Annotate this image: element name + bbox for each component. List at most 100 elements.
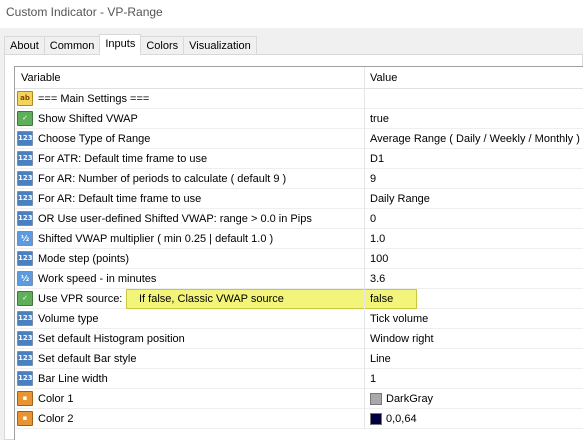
column-divider xyxy=(364,129,365,149)
int-123-icon: 123 xyxy=(17,331,33,346)
int-123-icon: 123 xyxy=(17,211,33,226)
variable-name: Shifted VWAP multiplier ( min 0.25 | def… xyxy=(38,233,274,245)
grid-row[interactable]: 123 Volume type Tick volume xyxy=(15,309,583,329)
variable-value[interactable]: 3.6 xyxy=(370,273,385,285)
grid-row[interactable]: 123 Set default Histogram position Window … xyxy=(15,329,583,349)
grid-row[interactable]: 123 For ATR: Default time frame to use D1 xyxy=(15,149,583,169)
int-123-icon: 123 xyxy=(17,371,33,386)
variable-value[interactable]: 1 xyxy=(370,373,376,385)
variable-note: If false, Classic VWAP source xyxy=(139,293,284,305)
variable-name: Set default Histogram position xyxy=(38,333,185,345)
variable-name: Color 1 xyxy=(38,393,74,405)
variable-name: Show Shifted VWAP xyxy=(38,113,138,125)
color-swatch[interactable] xyxy=(370,393,382,405)
variable-value[interactable]: 1.0 xyxy=(370,233,385,245)
variable-value[interactable]: Tick volume xyxy=(370,313,428,325)
column-divider xyxy=(364,329,365,349)
int-123-icon: 123 xyxy=(17,131,33,146)
int-123-icon: 123 xyxy=(17,351,33,366)
variable-name: Color 2 xyxy=(38,413,74,425)
column-divider xyxy=(364,149,365,169)
color-swatch[interactable] xyxy=(370,413,382,425)
tab-bar: About Common Inputs Colors Visualization xyxy=(4,34,257,55)
int-123-icon: 123 xyxy=(17,251,33,266)
variable-name: === Main Settings === xyxy=(38,93,150,105)
column-divider xyxy=(364,369,365,389)
tab-common[interactable]: Common xyxy=(43,36,101,55)
grid-row[interactable]: ab === Main Settings === xyxy=(15,89,583,109)
column-divider xyxy=(364,349,365,369)
column-divider xyxy=(364,389,365,409)
grid-row[interactable]: 123 For AR: Number of periods to calculat… xyxy=(15,169,583,189)
header-value[interactable]: Value xyxy=(370,72,397,84)
inputs-grid: Variable Value ab === Main Settings === ✓ S… xyxy=(14,66,583,440)
column-divider xyxy=(364,209,365,229)
variable-value[interactable]: 0,0,64 xyxy=(386,413,417,425)
tab-about[interactable]: About xyxy=(4,36,45,55)
tab-inputs[interactable]: Inputs xyxy=(99,34,142,55)
grid-row[interactable]: ✓ Show Shifted VWAP true xyxy=(15,109,583,129)
variable-value[interactable]: DarkGray xyxy=(386,393,433,405)
variable-value[interactable]: true xyxy=(370,113,389,125)
variable-value[interactable]: D1 xyxy=(370,153,384,165)
grid-row[interactable]: 123 OR Use user-defined Shifted VWAP: ran… xyxy=(15,209,583,229)
double-icon: ½ xyxy=(17,231,33,246)
variable-name: OR Use user-defined Shifted VWAP: range … xyxy=(38,213,312,225)
variable-value[interactable]: Daily Range xyxy=(370,193,430,205)
grid-row[interactable]: 123 Set default Bar style Line xyxy=(15,349,583,369)
variable-value[interactable]: false xyxy=(370,293,393,305)
column-divider xyxy=(364,189,365,209)
variable-name: Mode step (points) xyxy=(38,253,130,265)
column-divider xyxy=(364,269,365,289)
grid-row[interactable]: ▪ Color 1 DarkGray xyxy=(15,389,583,409)
variable-name: Work speed - in minutes xyxy=(38,273,157,285)
variable-name: Set default Bar style xyxy=(38,353,137,365)
column-divider xyxy=(364,249,365,269)
int-123-icon: 123 xyxy=(17,191,33,206)
column-divider xyxy=(364,229,365,249)
grid-header: Variable Value xyxy=(15,67,583,89)
grid-row[interactable]: 123 Bar Line width 1 xyxy=(15,369,583,389)
variable-name: For AR: Default time frame to use xyxy=(38,193,202,205)
bool-icon: ✓ xyxy=(17,111,33,126)
header-divider[interactable] xyxy=(364,67,365,89)
string-ab-icon: ab xyxy=(17,91,33,106)
int-123-icon: 123 xyxy=(17,171,33,186)
int-123-icon: 123 xyxy=(17,151,33,166)
variable-value[interactable]: 100 xyxy=(370,253,388,265)
variable-name: Volume type xyxy=(38,313,99,325)
column-divider xyxy=(364,169,365,189)
color-icon: ▪ xyxy=(17,391,33,406)
variable-value[interactable]: Average Range ( Daily / Weekly / Monthly… xyxy=(370,133,580,145)
variable-value[interactable]: Line xyxy=(370,353,391,365)
header-variable[interactable]: Variable xyxy=(21,72,61,84)
variable-value[interactable]: 9 xyxy=(370,173,376,185)
variable-value[interactable]: 0 xyxy=(370,213,376,225)
grid-row[interactable]: ½ Shifted VWAP multiplier ( min 0.25 | de… xyxy=(15,229,583,249)
variable-value[interactable]: Window right xyxy=(370,333,434,345)
variable-name: Use VPR source: xyxy=(38,293,123,305)
column-divider xyxy=(364,289,365,309)
color-icon: ▪ xyxy=(17,411,33,426)
bool-icon: ✓ xyxy=(17,291,33,306)
inputs-panel: Variable Value ab === Main Settings === ✓ S… xyxy=(4,54,583,440)
variable-name: Bar Line width xyxy=(38,373,108,385)
grid-row[interactable]: 123 Mode step (points) 100 xyxy=(15,249,583,269)
column-divider xyxy=(364,309,365,329)
double-icon: ½ xyxy=(17,271,33,286)
tab-visualization[interactable]: Visualization xyxy=(183,36,257,55)
column-divider xyxy=(364,409,365,429)
variable-name: Choose Type of Range xyxy=(38,133,151,145)
column-divider xyxy=(364,109,365,129)
column-divider xyxy=(364,89,365,109)
grid-row[interactable]: 123 For AR: Default time frame to use Dail… xyxy=(15,189,583,209)
grid-row[interactable]: ½ Work speed - in minutes 3.6 xyxy=(15,269,583,289)
grid-row[interactable]: ▪ Color 2 0,0,64 xyxy=(15,409,583,429)
int-123-icon: 123 xyxy=(17,311,33,326)
grid-row[interactable]: 123 Choose Type of Range Average Range ( D… xyxy=(15,129,583,149)
grid-row[interactable]: ✓ Use VPR source: If false, Classic VWAP s… xyxy=(15,289,583,309)
variable-name: For AR: Number of periods to calculate (… xyxy=(38,173,287,185)
variable-name: For ATR: Default time frame to use xyxy=(38,153,208,165)
window-title: Custom Indicator - VP-Range xyxy=(0,0,583,28)
tab-colors[interactable]: Colors xyxy=(140,36,185,55)
